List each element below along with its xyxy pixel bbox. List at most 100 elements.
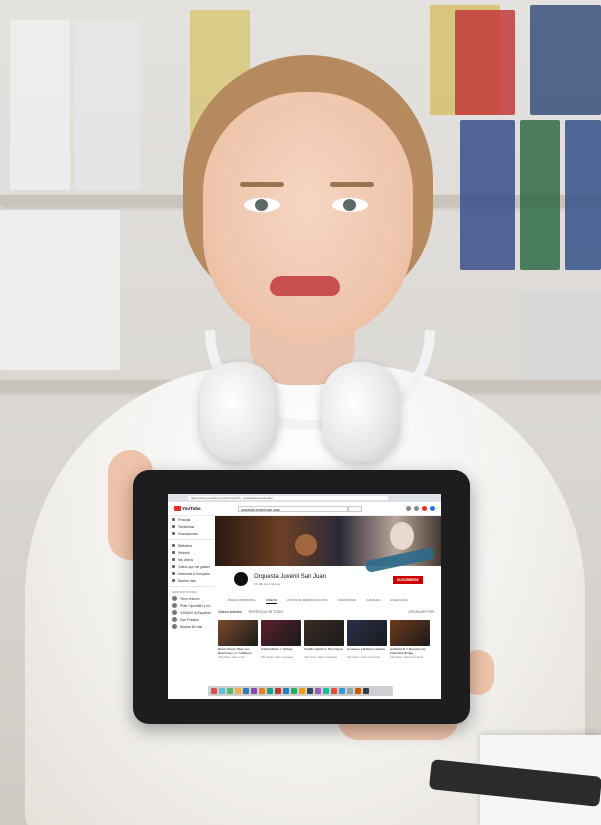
binder [0,210,120,370]
avatar[interactable] [430,506,435,511]
dock-app-icon[interactable] [291,688,297,694]
video-grid: Bruch Octeto "Star" con Beethoven y C. H… [218,620,430,659]
sort-button[interactable]: ORDENAR POR [408,610,434,614]
dock-app-icon[interactable] [267,688,273,694]
dock-app-icon[interactable] [259,688,265,694]
search-input[interactable]: orquesta juvenil san juan [238,506,348,512]
dock-app-icon[interactable] [339,688,345,694]
upload-icon[interactable] [406,506,411,511]
sidebar-item-label: Peter Cipendiño y mi... [180,603,213,608]
sidebar-item[interactable]: Videos que me gustan [168,563,214,570]
video-thumbnail[interactable] [347,620,387,646]
video-title[interactable]: Andrés Bravo J. Strings [261,648,301,655]
dock-app-icon[interactable] [299,688,305,694]
video-thumbnail[interactable] [218,620,258,646]
right-eye [332,198,368,212]
video-thumbnail[interactable] [261,620,301,646]
video-card[interactable]: Bruch Octeto "Star" con Beethoven y C. H… [218,620,258,659]
video-meta: 245 vistas • hace 2 semanas [304,656,338,659]
video-card[interactable]: Audiforia III Y Demarco los Violinistas … [390,620,430,659]
sidebar-item-label: Historial [178,550,190,555]
video-title[interactable]: Vivaldo Garcia V. Ship Dance [304,648,344,655]
sidebar-item[interactable]: Suscripciones [168,530,214,537]
youtube-play-icon [174,506,181,512]
dock-app-icon[interactable] [315,688,321,694]
binder [565,120,601,270]
banner-violin [364,546,436,574]
avatar [172,610,177,615]
notifications-icon[interactable] [422,506,427,511]
subscriber-count: 15.490 suscriptores [254,582,281,586]
video-meta: 160 vistas • hace 3 semanas [390,656,424,659]
youtube-logo[interactable]: YouTube [174,506,201,512]
sidebar-item-label: Tendencias [178,524,195,529]
videos-icon [172,558,175,561]
subscriptions-icon [172,532,175,535]
video-card[interactable]: Vivaldo Garcia V. Ship Dance 245 vistas •… [304,620,344,659]
dock-app-icon[interactable] [331,688,337,694]
binder [10,20,70,190]
dock-app-icon[interactable] [283,688,289,694]
video-title[interactable]: Concierto a Roberto Historia [347,648,387,655]
video-thumbnail[interactable] [304,620,344,646]
sidebar-item-label: Vive Practica [180,617,199,622]
channel-tab[interactable]: ACERCA DE [390,598,407,604]
tablet-screen: https://www.youtube.com/channel/UC...orq… [168,494,441,699]
channel-tab[interactable]: VIDEOS [265,598,277,604]
banner-musician [390,522,414,550]
video-card[interactable]: Andrés Bravo J. Strings 322 vistas • hace… [261,620,301,659]
video-card[interactable]: Concierto a Roberto Historia 192 vistas •… [347,620,387,659]
avatar [172,624,177,629]
sidebar-item[interactable]: Historial [168,549,214,556]
video-thumbnail[interactable] [390,620,430,646]
dock-app-icon[interactable] [235,688,241,694]
play-all-button[interactable]: REPRODUCIR TODO [249,610,284,614]
sidebar-item[interactable]: Tendencias [168,523,214,530]
binder [530,5,601,115]
channel-tab[interactable]: PÁGINA PRINCIPAL [228,598,256,604]
sidebar-item[interactable]: Vive Practica [168,616,214,623]
dock-app-icon[interactable] [363,688,369,694]
subscribe-button[interactable]: SUSCRIBIRSE [393,576,423,584]
video-title[interactable]: Bruch Octeto "Star" con Beethoven y C. H… [218,648,258,655]
dock-app-icon[interactable] [275,688,281,694]
channel-tab[interactable]: COMUNIDAD [338,598,357,604]
dock-app-icon[interactable] [355,688,361,694]
binder [520,290,601,380]
sidebar-item-label: Mostrar 60 más [180,624,203,629]
dock-app-icon[interactable] [219,688,225,694]
apps-icon[interactable] [414,506,419,511]
sidebar-item-label: JONADO la Española [180,610,211,615]
dock-app-icon[interactable] [243,688,249,694]
uploads-label[interactable]: Videos subidos [218,610,242,614]
address-bar[interactable]: https://www.youtube.com/channel/UC...orq… [188,496,388,500]
channel-tab[interactable]: CANALES [366,598,380,604]
sidebar-item[interactable]: Mostrar más [168,577,214,584]
sidebar-item[interactable]: Aventuras & Europeos [168,570,214,577]
avatar [172,617,177,622]
lips [270,276,340,296]
dock-app-icon[interactable] [347,688,353,694]
library-icon [172,544,175,547]
channel-tab[interactable]: LISTAS DE REPRODUCCIÓN [287,598,328,604]
channel-avatar[interactable] [234,572,248,586]
dock-app-icon[interactable] [227,688,233,694]
sidebar-item-label: Mostrar más [178,578,196,583]
dock-app-icon[interactable] [323,688,329,694]
sidebar-item[interactable]: Mostrar 60 más [168,623,214,630]
sidebar-item[interactable]: Biblioteca [168,542,214,549]
video-title[interactable]: Audiforia III Y Demarco los Violinistas … [390,648,430,655]
dock-app-icon[interactable] [251,688,257,694]
divider [168,586,214,587]
dock-app-icon[interactable] [211,688,217,694]
binder [455,10,515,115]
binder [520,120,560,270]
sidebar-item[interactable]: Peter Cipendiño y mi... [168,602,214,609]
sidebar-item[interactable]: Principal [168,516,214,523]
watch-later-icon [172,565,175,568]
sidebar-item[interactable]: Tenor resumo [168,595,214,602]
search-button[interactable] [348,506,362,512]
sidebar-item[interactable]: Mis videos [168,556,214,563]
dock-app-icon[interactable] [307,688,313,694]
sidebar-item[interactable]: JONADO la Española [168,609,214,616]
